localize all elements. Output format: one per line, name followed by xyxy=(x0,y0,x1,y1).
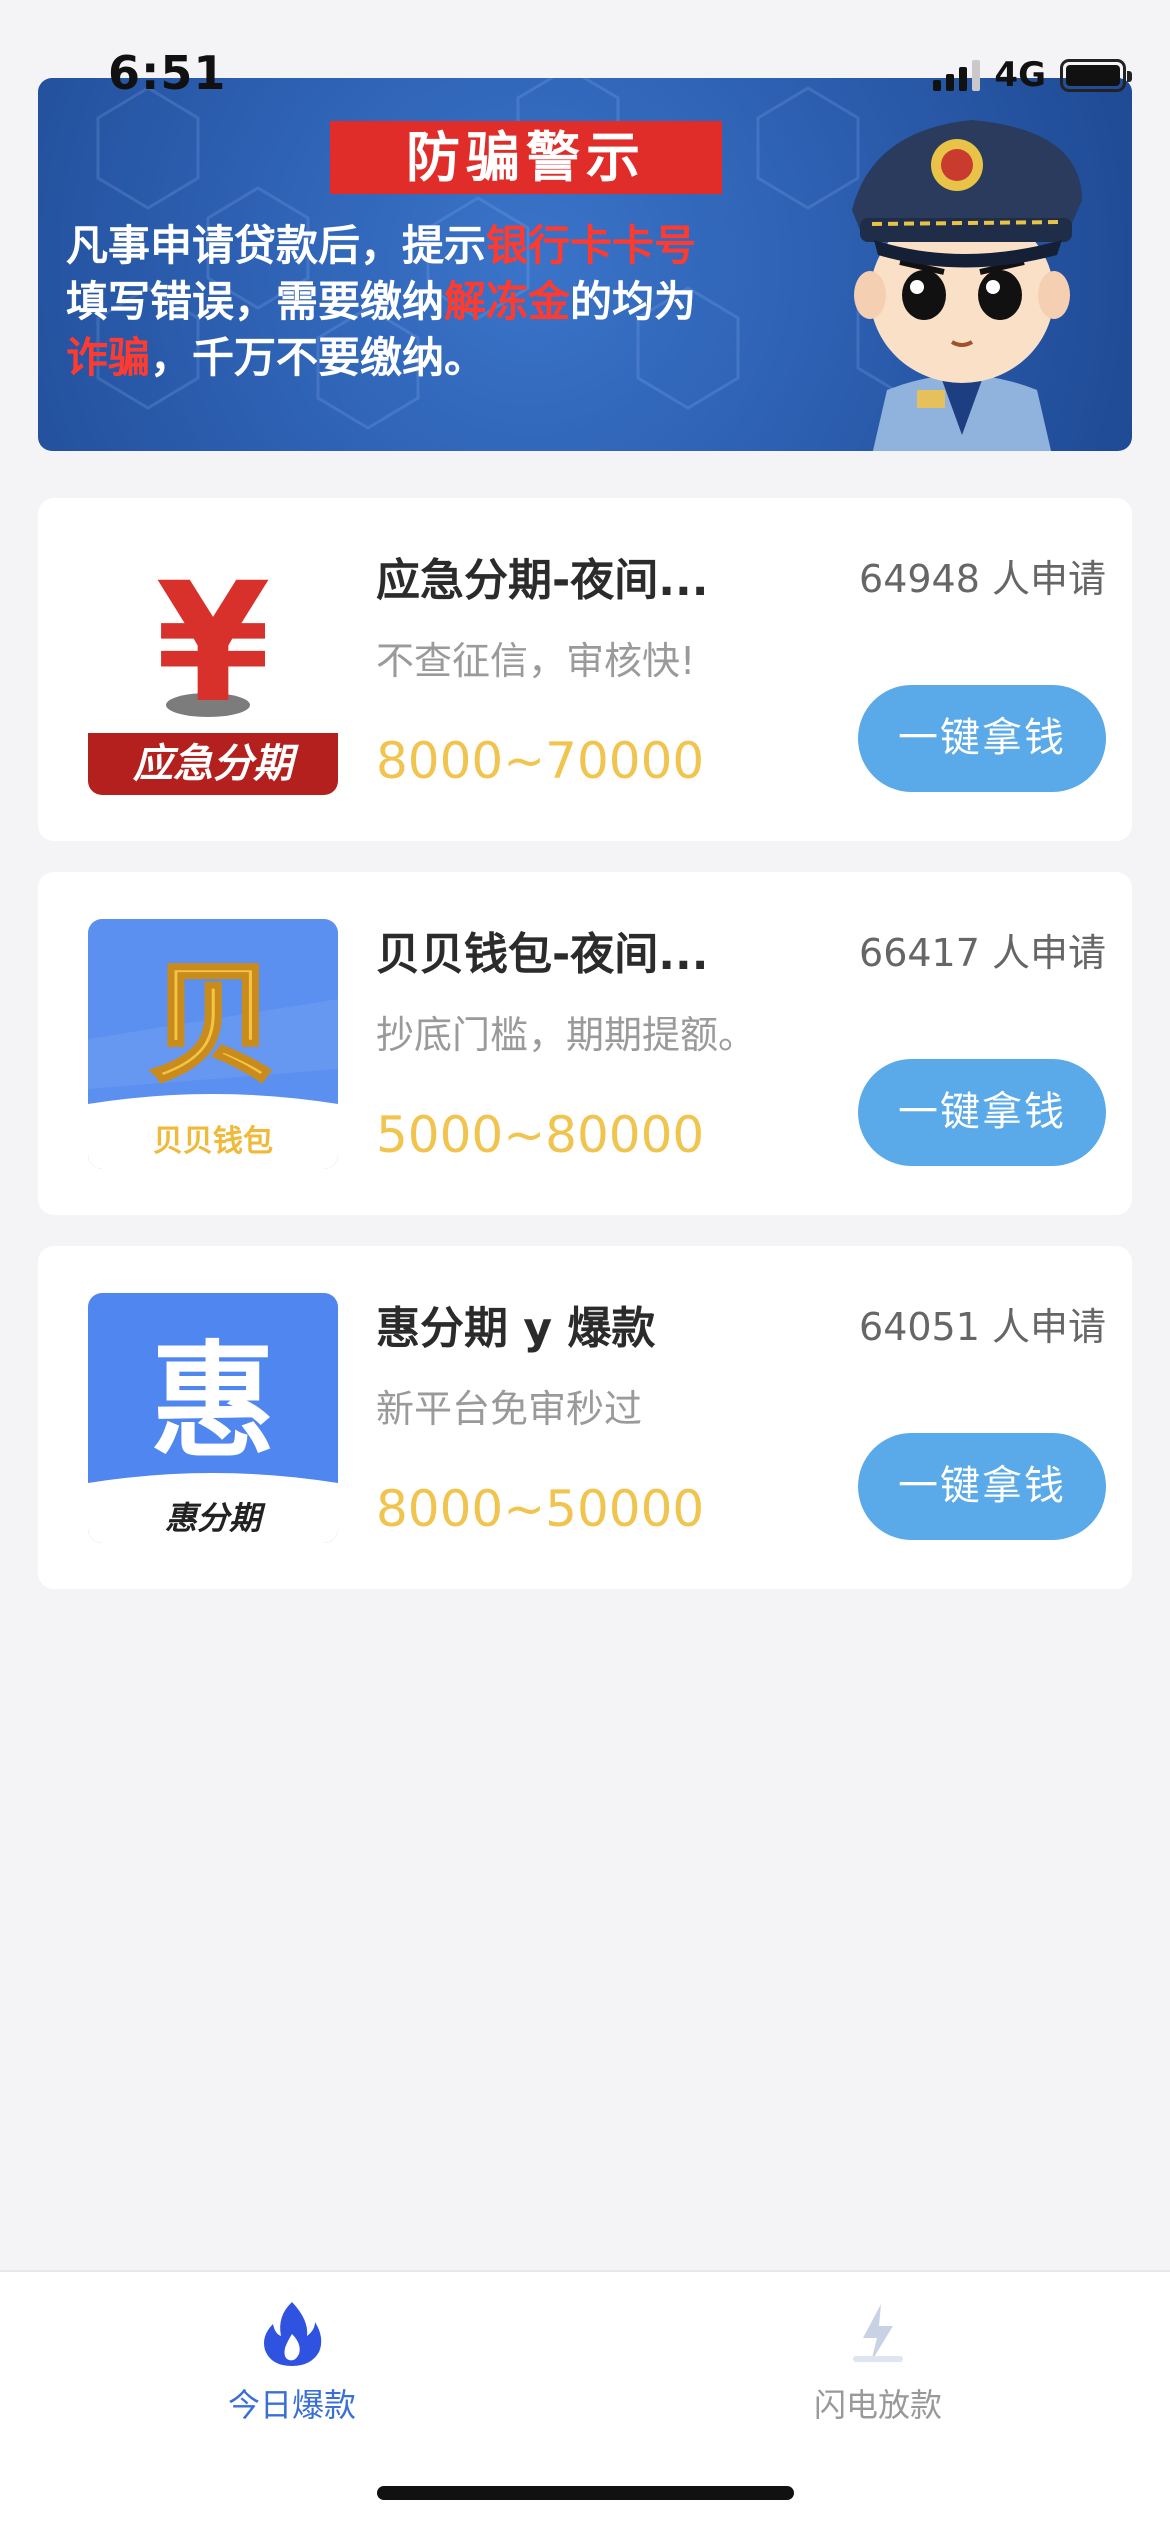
svg-text:贝贝钱包: 贝贝钱包 xyxy=(153,1124,273,1159)
loan-range: 8000~70000 xyxy=(376,732,705,790)
svg-text:¥: ¥ xyxy=(156,547,271,739)
get-money-button[interactable]: 一键拿钱 xyxy=(858,1059,1106,1166)
home-indicator xyxy=(377,2486,794,2500)
police-officer-illustration xyxy=(852,120,1082,451)
product-name: 应急分期-夜间... xyxy=(376,555,709,606)
get-money-button[interactable]: 一键拿钱 xyxy=(858,1433,1106,1540)
product-card[interactable]: ¥ 应急分期 应急分期-夜间... 不查征信，审核快! 8000~70000 6… xyxy=(38,498,1132,841)
applicant-count: 64051 人申请 xyxy=(859,1305,1106,1349)
status-indicators: 4G xyxy=(933,55,1132,95)
product-name: 贝贝钱包-夜间... xyxy=(376,929,709,980)
product-description: 不查征信，审核快! xyxy=(376,639,696,683)
product-description: 抄底门槛，期期提额。 xyxy=(376,1013,757,1057)
yen-icon: ¥ 应急分期 xyxy=(88,547,338,795)
bei-logo-icon: 贝 贝贝钱包 xyxy=(88,947,338,1169)
applicant-count: 66417 人申请 xyxy=(859,931,1106,975)
tab-hot-today[interactable]: 今日爆款 xyxy=(142,2298,442,2426)
svg-text:贝: 贝 xyxy=(148,948,278,1100)
svg-text:惠: 惠 xyxy=(151,1330,276,1475)
product-logo: 贝 贝贝钱包 xyxy=(88,919,338,1169)
banner-warning-text: 凡事申请贷款后，提示银行卡卡号 填写错误，需要缴纳解冻金的均为 诈骗，千万不要缴… xyxy=(66,221,697,382)
product-name: 惠分期 y 爆款 xyxy=(376,1303,656,1354)
hui-logo-icon: 惠 惠分期 xyxy=(88,1330,338,1543)
product-logo: ¥ 应急分期 xyxy=(88,545,338,795)
lightning-icon xyxy=(853,2304,903,2362)
fraud-warning-banner[interactable]: 防骗警示 凡事申请贷款后，提示银行卡卡号 填写错误，需要缴纳解冻金的均为 诈骗，… xyxy=(38,78,1132,451)
tab-label: 今日爆款 xyxy=(227,2386,356,2424)
tab-label: 闪电放款 xyxy=(813,2386,942,2424)
signal-icon xyxy=(933,59,981,91)
product-card[interactable]: 贝 贝贝钱包 贝贝钱包-夜间... 抄底门槛，期期提额。 5000~80000 … xyxy=(38,872,1132,1215)
flame-icon xyxy=(264,2302,322,2366)
status-time: 6:51 xyxy=(108,46,227,100)
get-money-button[interactable]: 一键拿钱 xyxy=(858,685,1106,792)
applicant-count: 64948 人申请 xyxy=(859,557,1106,601)
status-bar: 6:51 4G xyxy=(0,0,1170,120)
loan-range: 5000~80000 xyxy=(376,1106,705,1164)
banner-title: 防骗警示 xyxy=(330,121,722,194)
svg-text:应急分期: 应急分期 xyxy=(132,741,299,787)
network-label: 4G xyxy=(994,55,1046,95)
product-description: 新平台免审秒过 xyxy=(376,1387,643,1431)
loan-range: 8000~50000 xyxy=(376,1480,705,1538)
product-card[interactable]: 惠 惠分期 惠分期 y 爆款 新平台免审秒过 8000~50000 64051 … xyxy=(38,1246,1132,1589)
battery-icon xyxy=(1060,58,1132,92)
svg-text:惠分期: 惠分期 xyxy=(165,1499,266,1537)
tab-fast-loan[interactable]: 闪电放款 xyxy=(728,2298,1028,2426)
product-logo: 惠 惠分期 xyxy=(88,1293,338,1543)
